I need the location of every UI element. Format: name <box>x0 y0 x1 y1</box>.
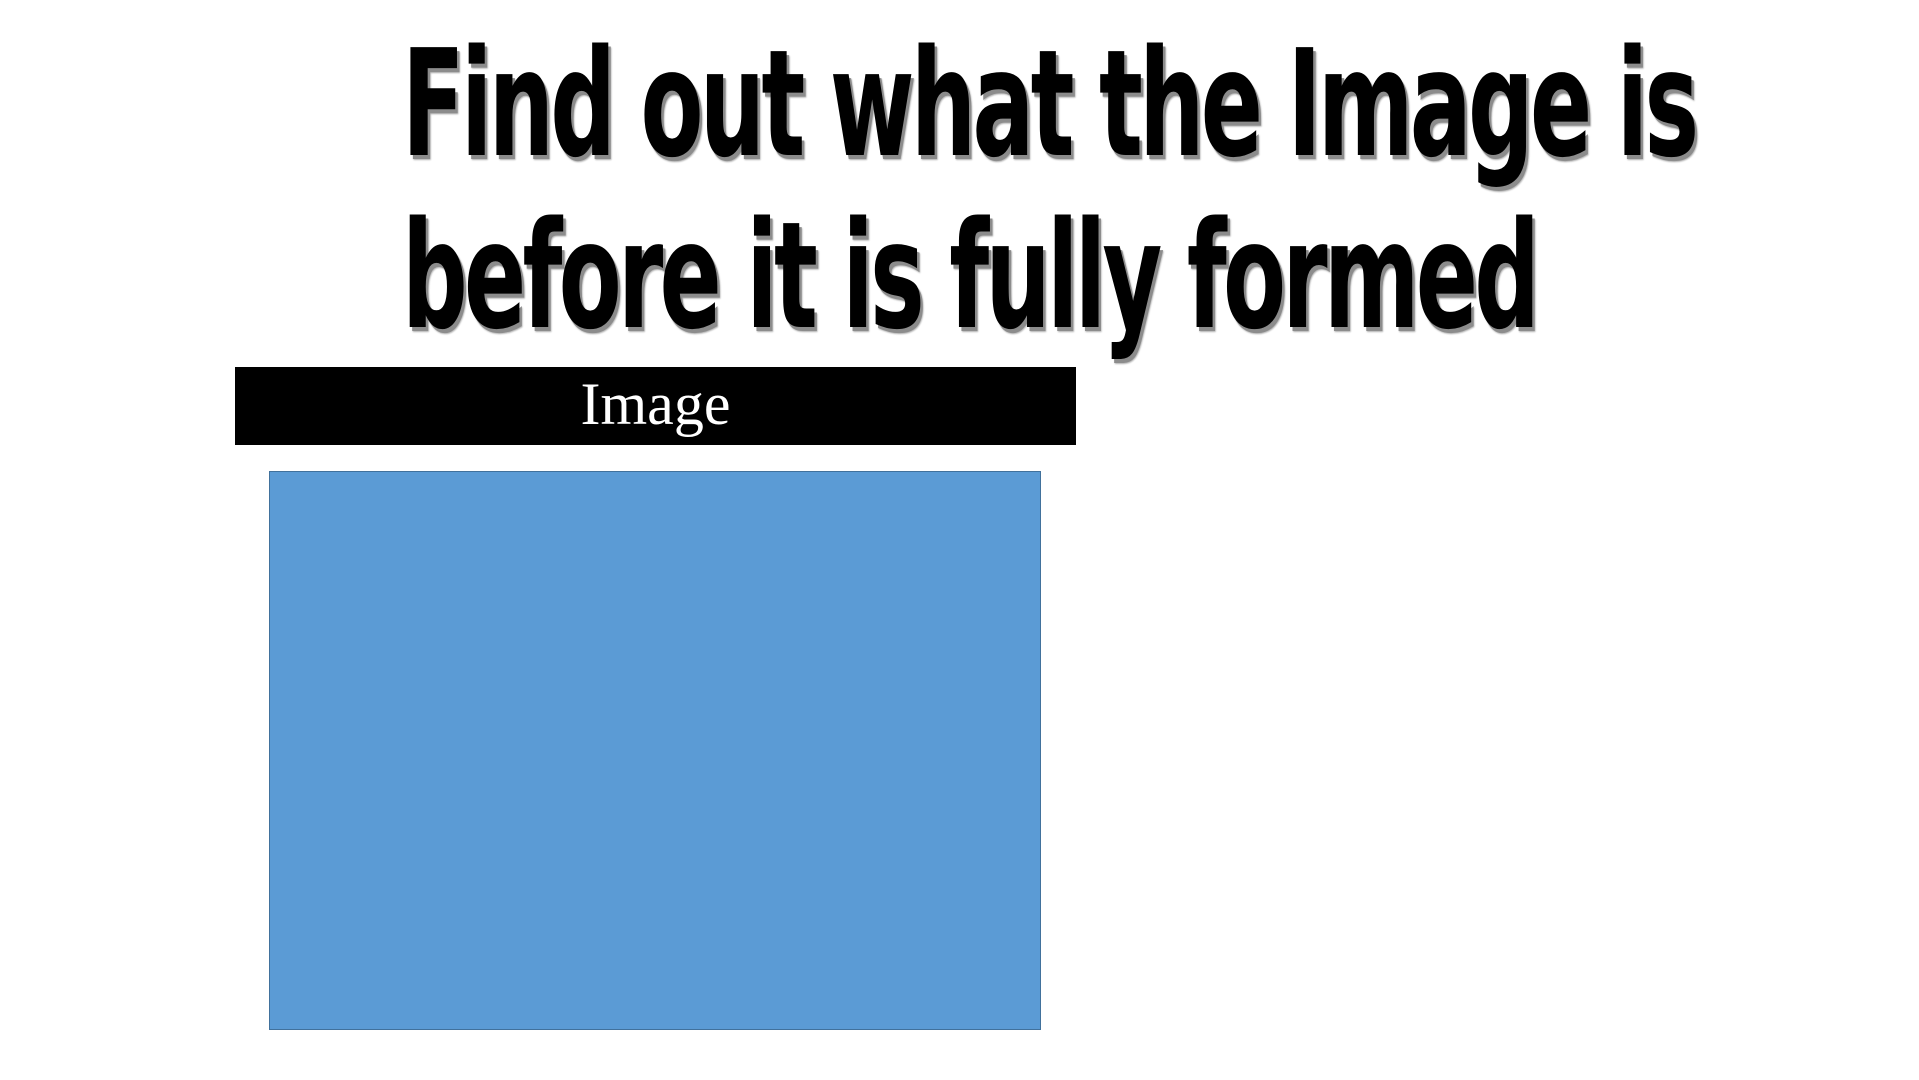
slide-title: Find out what the Image is before it is … <box>401 17 1700 364</box>
slide: Find out what the Image is before it is … <box>0 0 1919 1080</box>
slide-title-line-1: Find out what the Image is <box>401 17 1700 192</box>
image-label-bar: Image <box>235 367 1076 445</box>
image-placeholder-box <box>269 471 1041 1030</box>
image-label-text: Image <box>580 371 731 437</box>
slide-title-line-2: before it is fully formed <box>401 189 1541 364</box>
